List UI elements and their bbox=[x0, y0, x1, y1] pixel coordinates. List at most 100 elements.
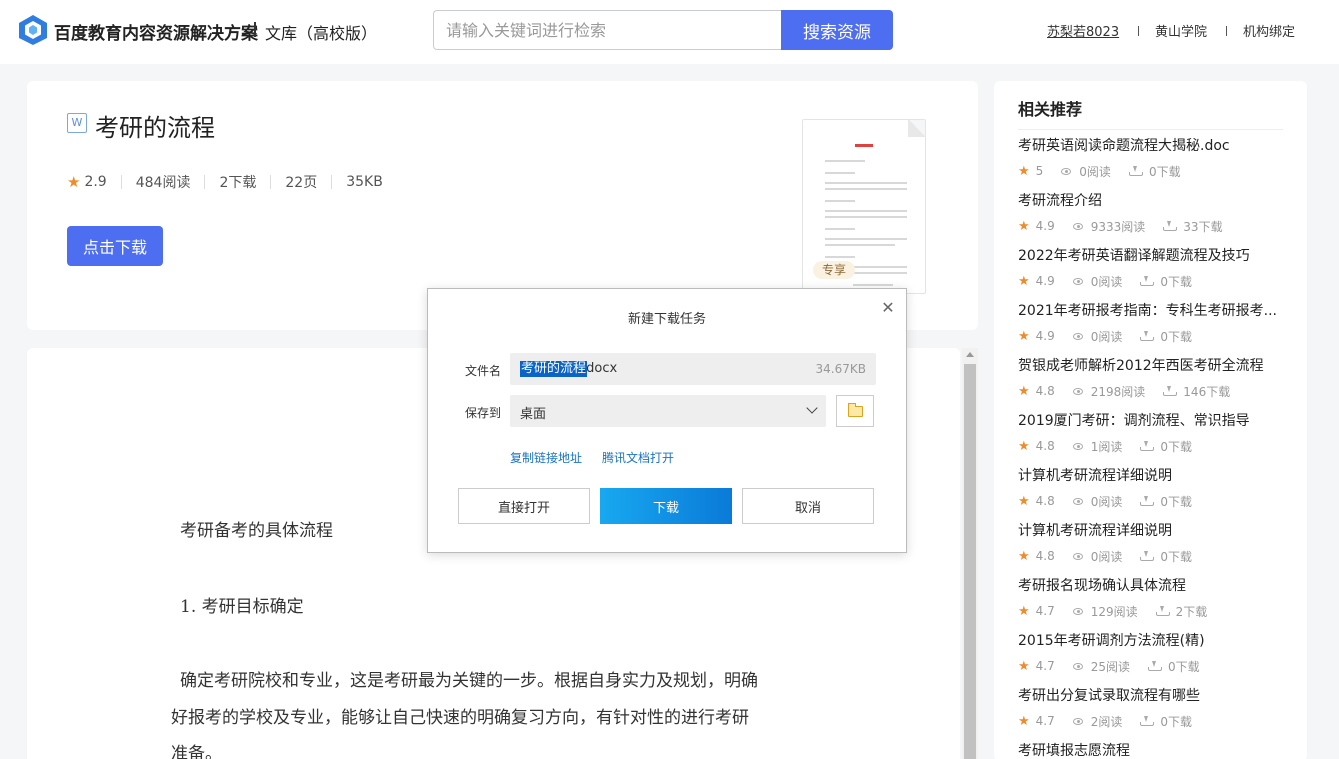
cancel-button[interactable]: 取消 bbox=[742, 488, 874, 524]
related-item[interactable]: 计算机考研流程详细说明 ★ 4.8 0阅读 0下载 bbox=[1018, 466, 1283, 509]
download-icon bbox=[1148, 661, 1163, 671]
download-icon bbox=[1140, 331, 1155, 341]
download-icon bbox=[1140, 496, 1155, 506]
related-item-reads: 25阅读 bbox=[1090, 659, 1131, 674]
download-icon bbox=[1140, 716, 1155, 726]
related-item-title[interactable]: 2021年考研报考指南：专科生考研报考... bbox=[1018, 301, 1283, 321]
open-directly-button[interactable]: 直接打开 bbox=[458, 488, 590, 524]
scroll-up-icon[interactable] bbox=[966, 352, 974, 357]
eye-icon bbox=[1072, 387, 1083, 395]
search-button[interactable]: 搜索资源 bbox=[781, 10, 893, 50]
doc-paragraph-line: 准备。 bbox=[171, 744, 222, 759]
related-item[interactable]: 考研报名现场确认具体流程 ★ 4.7 129阅读 2下载 bbox=[1018, 576, 1283, 619]
star-icon: ★ bbox=[1018, 548, 1030, 564]
related-item-title[interactable]: 考研填报志愿流程 bbox=[1018, 741, 1283, 759]
browse-folder-button[interactable] bbox=[836, 395, 874, 427]
tencent-docs-open-button[interactable]: 腾讯文档打开 bbox=[602, 449, 674, 466]
related-item-rating: 4.9 bbox=[1035, 329, 1055, 343]
related-item-rating: 4.9 bbox=[1035, 274, 1055, 288]
doc-meta: ★ 2.9 484阅读 2下载 22页 35KB bbox=[67, 173, 383, 191]
related-item[interactable]: 2015年考研调剂方法流程(精) ★ 4.7 25阅读 0下载 bbox=[1018, 631, 1283, 674]
related-item-reads: 1阅读 bbox=[1090, 439, 1123, 454]
related-item-downloads: 0下载 bbox=[1160, 329, 1193, 344]
star-icon: ★ bbox=[1018, 658, 1030, 674]
related-item-rating: 4.7 bbox=[1035, 604, 1055, 618]
download-button[interactable]: 点击下载 bbox=[67, 226, 163, 266]
search-input[interactable] bbox=[433, 10, 782, 50]
related-item-title[interactable]: 2015年考研调剂方法流程(精) bbox=[1018, 631, 1283, 651]
related-item[interactable]: 考研流程介绍 ★ 4.9 9333阅读 33下载 bbox=[1018, 191, 1283, 234]
related-item-rating: 4.8 bbox=[1035, 549, 1055, 563]
doc-paragraph-line: 确定考研院校和专业，这是考研最为关键的一步。根据自身实力及规划，明确 bbox=[180, 671, 758, 691]
brand-name[interactable]: 百度教育内容资源解决方案 bbox=[54, 19, 258, 44]
filename-selected-text[interactable]: 考研的流程 bbox=[520, 361, 588, 377]
related-item-meta: ★ 4.7 129阅读 2下载 bbox=[1018, 603, 1283, 619]
scroll-thumb[interactable] bbox=[964, 364, 976, 759]
related-sidebar: 相关推荐 考研英语阅读命题流程大揭秘.doc ★ 5 0阅读 0下载 考研流程介绍 ★ 4.9… bbox=[994, 81, 1307, 759]
related-item-rating: 4.8 bbox=[1035, 494, 1055, 508]
eye-icon bbox=[1072, 552, 1083, 560]
dialog-title: 新建下载任务 bbox=[627, 312, 706, 327]
related-item[interactable]: 考研填报志愿流程 bbox=[1018, 741, 1283, 759]
brand-divider bbox=[254, 22, 256, 37]
related-item-title[interactable]: 考研流程介绍 bbox=[1018, 191, 1283, 211]
doc-size: 35KB bbox=[346, 174, 383, 190]
doc-paragraph-line: 好报考的学校及专业，能够让自己快速的明确复习方向，有针对性的进行考研 bbox=[171, 708, 749, 728]
related-item-title[interactable]: 考研出分复试录取流程有哪些 bbox=[1018, 686, 1283, 706]
star-icon: ★ bbox=[1018, 438, 1030, 454]
related-item-title[interactable]: 计算机考研流程详细说明 bbox=[1018, 466, 1283, 486]
filename-extension[interactable]: .docx bbox=[582, 361, 617, 377]
related-item-title[interactable]: 2022年考研英语翻译解题流程及技巧 bbox=[1018, 246, 1283, 266]
related-item[interactable]: 贺银成老师解析2012年西医考研全流程 ★ 4.8 2198阅读 146下载 bbox=[1018, 356, 1283, 399]
related-item-title[interactable]: 考研报名现场确认具体流程 bbox=[1018, 576, 1283, 596]
bind-institution-link[interactable]: 机构绑定 bbox=[1243, 21, 1295, 40]
doc-title: 考研的流程 bbox=[95, 114, 215, 142]
related-item-title[interactable]: 计算机考研流程详细说明 bbox=[1018, 521, 1283, 541]
related-item-title[interactable]: 2019厦门考研：调剂流程、常识指导 bbox=[1018, 411, 1283, 431]
star-icon: ★ bbox=[67, 173, 81, 191]
related-item-title[interactable]: 贺银成老师解析2012年西医考研全流程 bbox=[1018, 356, 1283, 376]
user-name-link[interactable]: 苏梨若8023 bbox=[1047, 21, 1119, 40]
eye-icon bbox=[1072, 497, 1083, 505]
logo-icon[interactable] bbox=[18, 14, 48, 46]
download-icon bbox=[1163, 221, 1178, 231]
related-item-rating: 5 bbox=[1035, 164, 1044, 178]
related-item-title[interactable]: 考研英语阅读命题流程大揭秘.doc bbox=[1018, 136, 1283, 156]
related-item-downloads: 0下载 bbox=[1160, 274, 1193, 289]
related-item-meta: ★ 4.8 2198阅读 146下载 bbox=[1018, 384, 1283, 399]
related-item-meta: ★ 4.7 2阅读 0下载 bbox=[1018, 714, 1283, 729]
top-header: 百度教育内容资源解决方案 文库（高校版） 搜索资源 苏梨若8023 黄山学院 机… bbox=[0, 0, 1339, 64]
related-item[interactable]: 考研英语阅读命题流程大揭秘.doc ★ 5 0阅读 0下载 bbox=[1018, 136, 1283, 179]
close-icon[interactable]: ✕ bbox=[880, 300, 896, 316]
related-item-meta: ★ 4.8 0阅读 0下载 bbox=[1018, 494, 1283, 509]
school-link[interactable]: 黄山学院 bbox=[1155, 21, 1207, 40]
related-item-downloads: 0下载 bbox=[1160, 494, 1193, 509]
eye-icon bbox=[1072, 222, 1083, 230]
confirm-download-button[interactable]: 下载 bbox=[600, 488, 732, 524]
filename-field[interactable]: 考研的流程 .docx 34.67KB bbox=[510, 353, 876, 385]
doc-scrollbar[interactable] bbox=[962, 348, 978, 759]
related-item-reads: 2阅读 bbox=[1090, 714, 1123, 729]
related-item[interactable]: 2019厦门考研：调剂流程、常识指导 ★ 4.8 1阅读 0下载 bbox=[1018, 411, 1283, 454]
related-item[interactable]: 计算机考研流程详细说明 ★ 4.8 0阅读 0下载 bbox=[1018, 521, 1283, 564]
related-item[interactable]: 2021年考研报考指南：专科生考研报考... ★ 4.9 0阅读 0下载 bbox=[1018, 301, 1283, 344]
header-divider bbox=[1138, 26, 1139, 36]
related-item-rating: 4.9 bbox=[1035, 219, 1055, 233]
related-item-meta: ★ 4.8 0阅读 0下载 bbox=[1018, 548, 1283, 564]
copy-link-button[interactable]: 复制链接地址 bbox=[510, 449, 582, 466]
related-item-reads: 0阅读 bbox=[1090, 274, 1123, 289]
related-item-downloads: 0下载 bbox=[1148, 164, 1181, 179]
related-item[interactable]: 考研出分复试录取流程有哪些 ★ 4.7 2阅读 0下载 bbox=[1018, 686, 1283, 729]
related-title: 相关推荐 bbox=[1018, 100, 1083, 119]
related-item[interactable]: 2022年考研英语翻译解题流程及技巧 ★ 4.9 0阅读 0下载 bbox=[1018, 246, 1283, 289]
doc-section-title: 1. 考研目标确定 bbox=[180, 597, 304, 617]
doc-reads: 484阅读 bbox=[135, 175, 191, 191]
star-icon: ★ bbox=[1018, 163, 1030, 179]
download-icon bbox=[1140, 441, 1155, 451]
download-icon bbox=[1163, 386, 1178, 396]
star-icon: ★ bbox=[1018, 603, 1030, 619]
eye-icon bbox=[1072, 717, 1083, 725]
header-divider bbox=[1226, 26, 1227, 36]
related-item-rating: 4.7 bbox=[1035, 659, 1055, 673]
saveto-select[interactable]: 桌面 bbox=[510, 395, 826, 427]
